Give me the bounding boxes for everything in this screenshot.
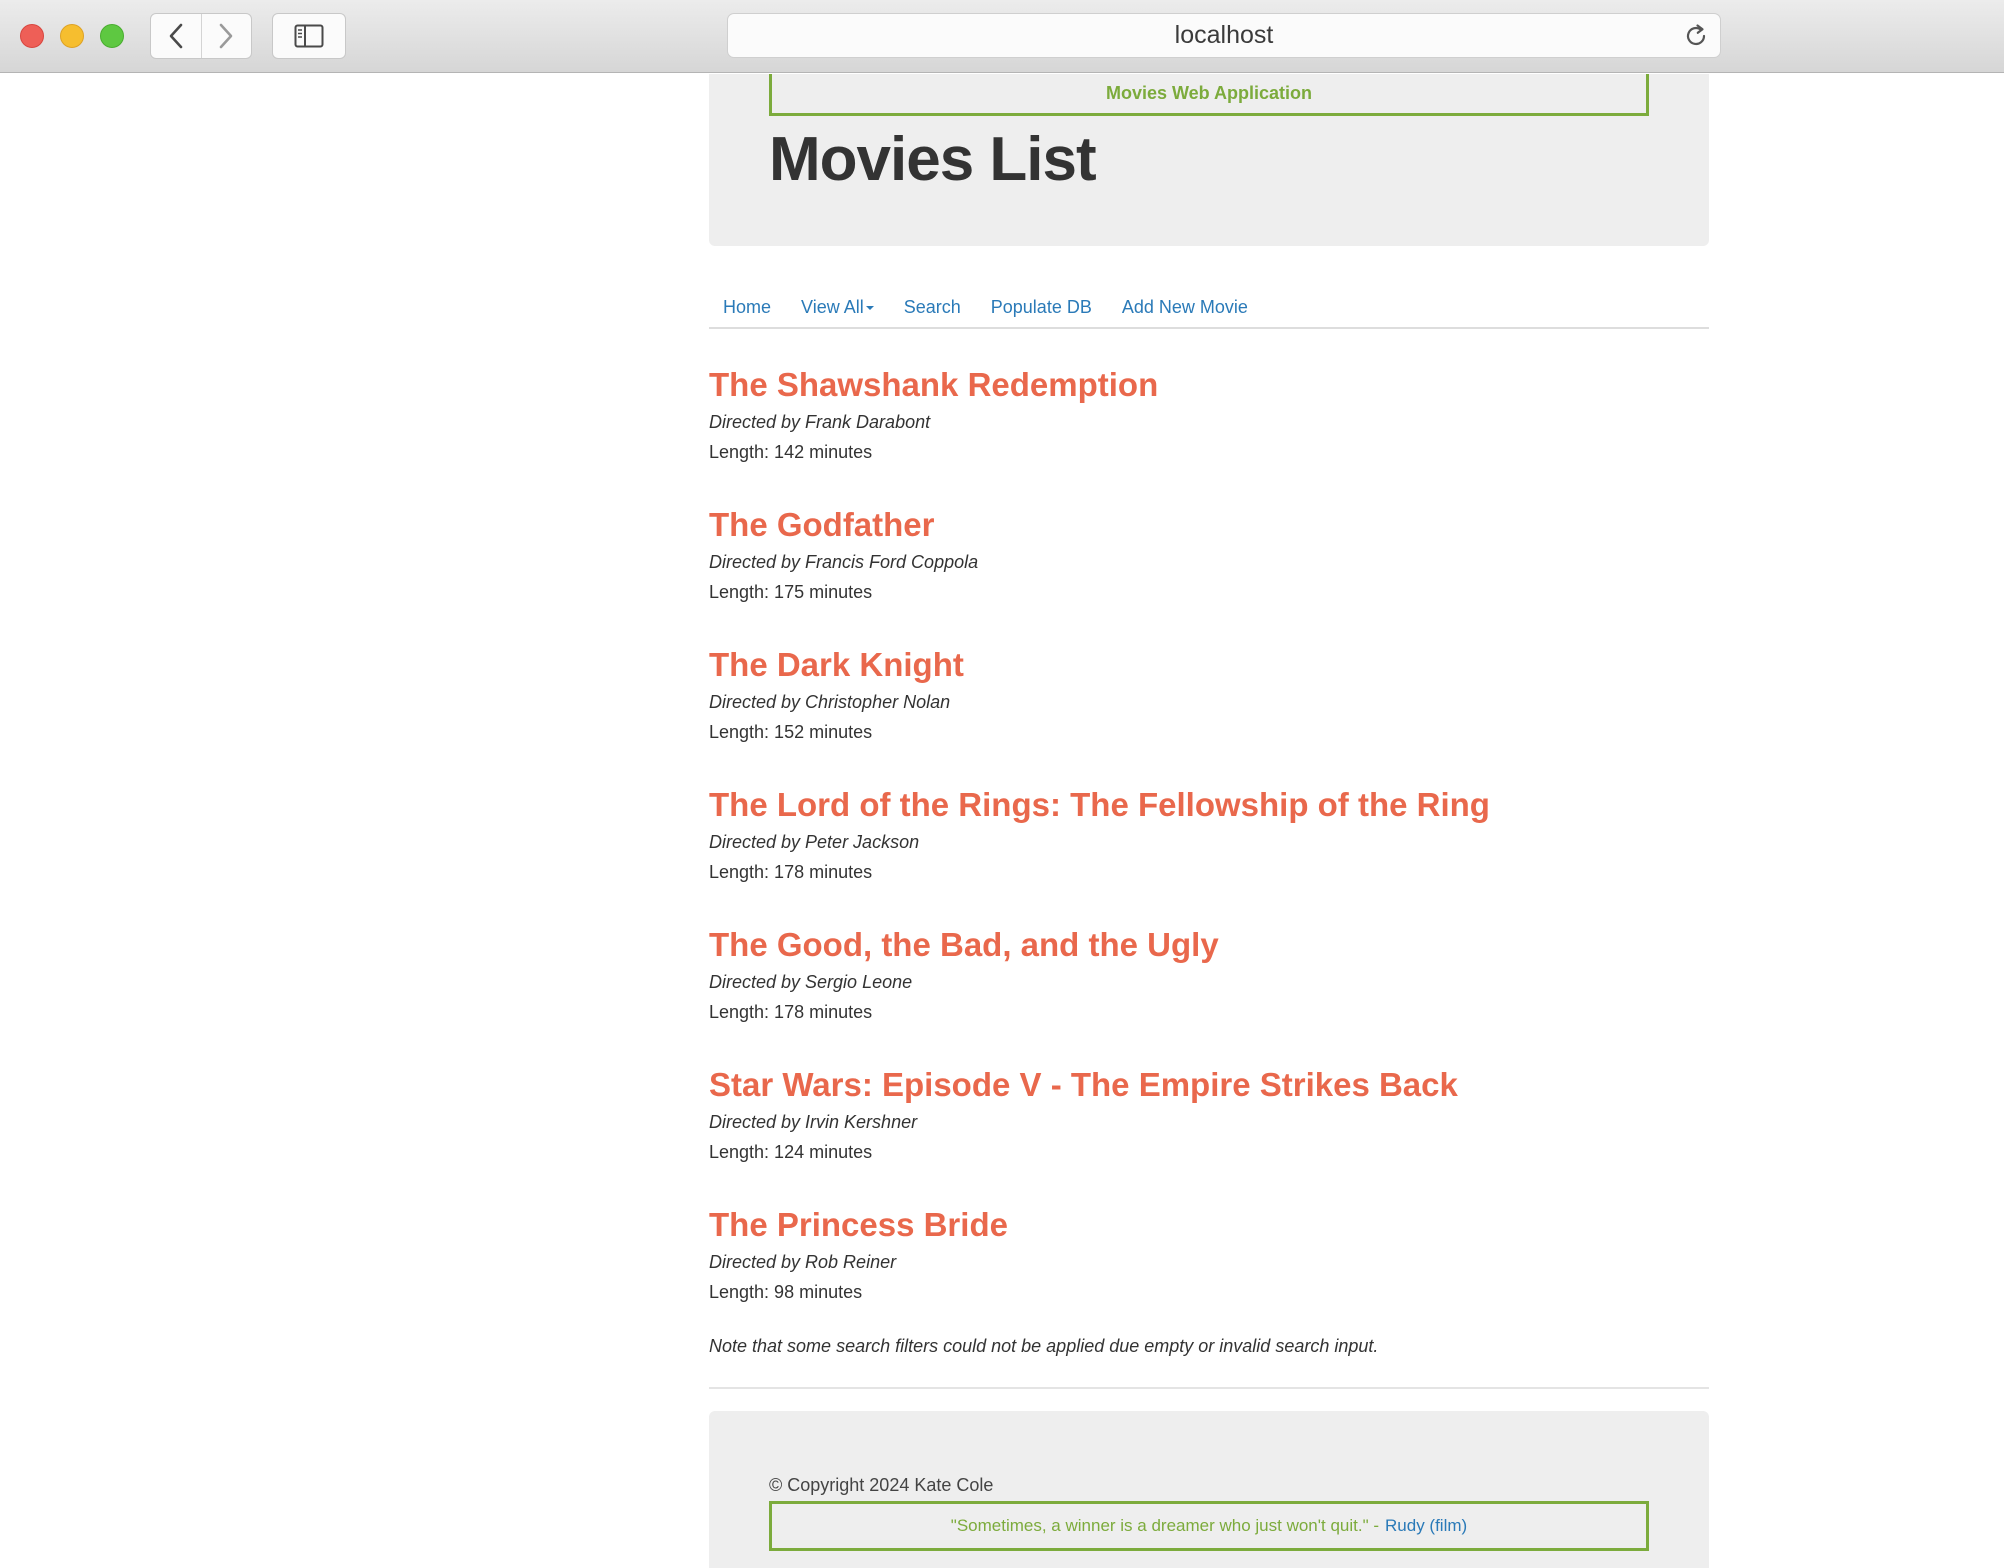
quote-text: "Sometimes, a winner is a dreamer who ju… [950, 1516, 1380, 1535]
movie-length: Length: 178 minutes [709, 1002, 873, 1022]
sidebar-icon [294, 24, 324, 48]
forward-button[interactable] [200, 14, 252, 58]
movie-list: The Shawshank Redemption Directed by Fra… [709, 365, 1709, 1345]
movie-title-link[interactable]: The Godfather [709, 505, 1709, 545]
movie-title-link[interactable]: The Lord of the Rings: The Fellowship of… [709, 785, 1709, 825]
movie-item: The Lord of the Rings: The Fellowship of… [709, 785, 1709, 925]
page-container: Movies Web Application Movies List Home … [709, 74, 1709, 1568]
movie-title-link[interactable]: The Good, the Bad, and the Ugly [709, 925, 1709, 965]
movie-title-link[interactable]: Star Wars: Episode V - The Empire Strike… [709, 1065, 1709, 1105]
movie-item: The Shawshank Redemption Directed by Fra… [709, 365, 1709, 505]
nav-add-new-movie[interactable]: Add New Movie [1122, 296, 1248, 318]
nav-populate-db[interactable]: Populate DB [991, 296, 1092, 318]
close-window-button[interactable] [20, 24, 44, 48]
copyright-text: © Copyright 2024 Kate Cole [769, 1475, 994, 1495]
movie-director: Directed by Sergio Leone [709, 972, 913, 992]
main-nav: Home View All Search Populate DB Add New… [709, 286, 1709, 329]
quote-box: "Sometimes, a winner is a dreamer who ju… [769, 1501, 1649, 1551]
movie-title-link[interactable]: The Shawshank Redemption [709, 365, 1709, 405]
sidebar-toggle-button[interactable] [272, 13, 346, 59]
movie-length: Length: 124 minutes [709, 1142, 873, 1162]
movie-length: Length: 98 minutes [709, 1282, 863, 1302]
quote-source-link[interactable]: Rudy (film) [1385, 1516, 1467, 1536]
movie-item: The Princess Bride Directed by Rob Reine… [709, 1205, 1709, 1345]
chevron-right-icon [219, 23, 233, 49]
movie-length: Length: 142 minutes [709, 442, 873, 462]
movie-director: Directed by Frank Darabont [709, 412, 931, 432]
minimize-window-button[interactable] [60, 24, 84, 48]
url-text: localhost [1174, 21, 1274, 49]
address-bar[interactable]: localhost [727, 13, 1721, 58]
movie-director: Directed by Francis Ford Coppola [709, 552, 979, 572]
movie-director: Directed by Irvin Kershner [709, 1112, 918, 1132]
page-title: Movies List [769, 125, 1097, 194]
movie-director: Directed by Peter Jackson [709, 832, 920, 852]
movie-length: Length: 152 minutes [709, 722, 873, 742]
back-button[interactable] [151, 14, 201, 58]
app-name-banner: Movies Web Application [769, 74, 1649, 116]
search-filter-note: Note that some search filters could not … [709, 1336, 1379, 1356]
movie-title-link[interactable]: The Princess Bride [709, 1205, 1709, 1245]
movie-title-link[interactable]: The Dark Knight [709, 645, 1709, 685]
browser-toolbar: localhost [0, 0, 2004, 73]
zoom-window-button[interactable] [100, 24, 124, 48]
nav-view-all[interactable]: View All [801, 296, 874, 318]
header-jumbotron: Movies Web Application Movies List [709, 74, 1709, 246]
movie-director: Directed by Christopher Nolan [709, 692, 951, 712]
nav-home[interactable]: Home [723, 296, 771, 318]
movie-item: The Dark Knight Directed by Christopher … [709, 645, 1709, 785]
movie-length: Length: 178 minutes [709, 862, 873, 882]
caret-down-icon [865, 306, 874, 311]
movie-item: The Good, the Bad, and the Ugly Directed… [709, 925, 1709, 1065]
nav-search[interactable]: Search [904, 296, 961, 318]
chevron-left-icon [169, 23, 183, 49]
footer: © Copyright 2024 Kate Cole "Sometimes, a… [709, 1411, 1709, 1568]
divider [709, 1387, 1709, 1389]
history-nav-group [150, 13, 252, 59]
reload-icon[interactable] [1682, 22, 1710, 50]
movie-length: Length: 175 minutes [709, 582, 873, 602]
nav-view-all-label: View All [801, 297, 864, 317]
movie-item: The Godfather Directed by Francis Ford C… [709, 505, 1709, 645]
movie-director: Directed by Rob Reiner [709, 1252, 897, 1272]
movie-item: Star Wars: Episode V - The Empire Strike… [709, 1065, 1709, 1205]
